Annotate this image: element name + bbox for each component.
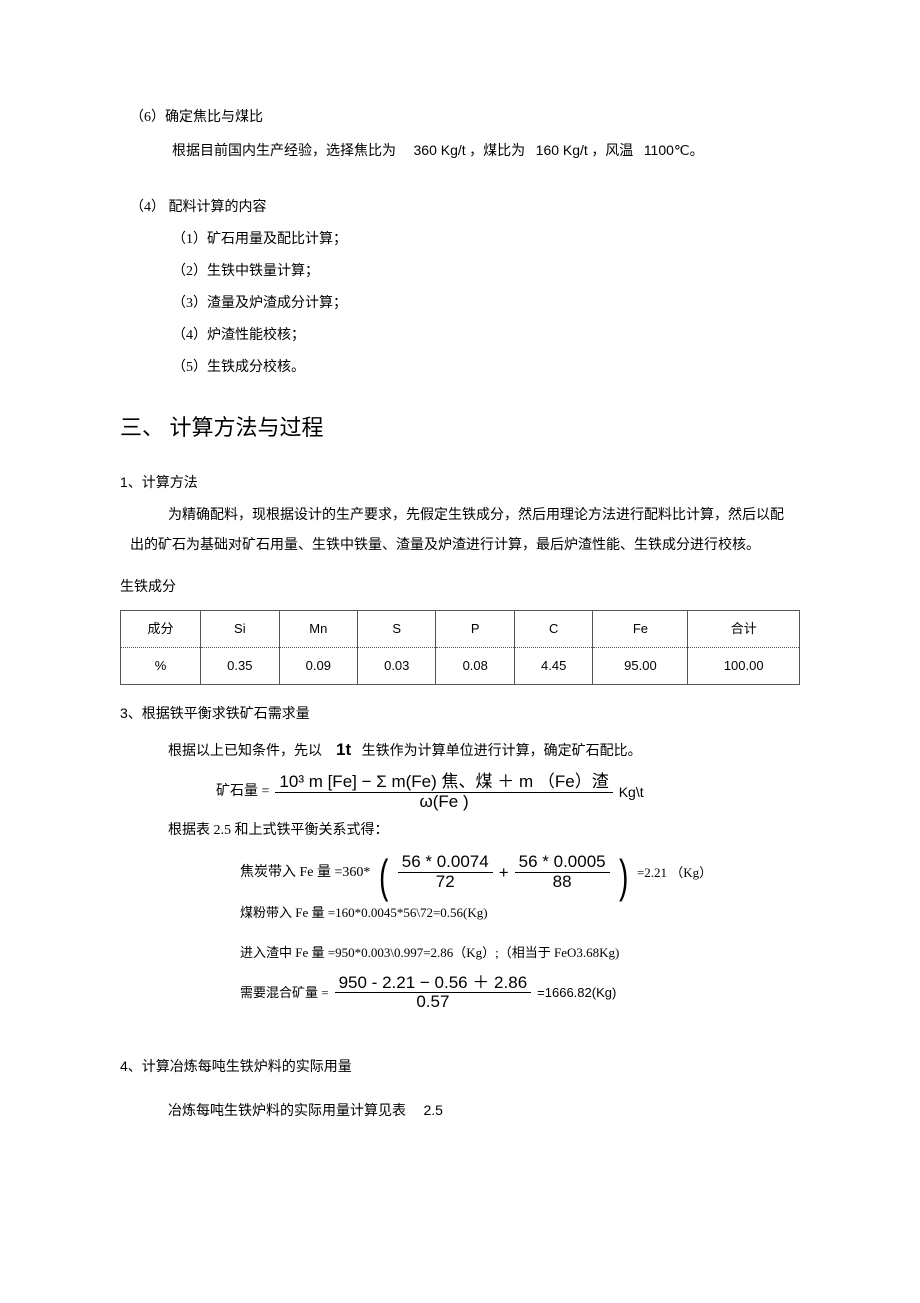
wind-temp-value: 1100℃。 [644,142,704,158]
mix-result: =1666.82(Kg) [537,980,616,1006]
td-pct: % [121,648,201,685]
m1-title-text: 1、计算方法 [120,474,198,490]
sec4-title: （4） 配料计算的内容 [120,194,800,222]
mix-den: 0.57 [412,993,453,1012]
ore-formula-den: ω(Fe ) [415,793,472,812]
sec4-item-2: （2）生铁中铁量计算； [120,258,800,286]
m1-p1: 为精确配料，现根据设计的生产要求，先假定生铁成分，然后用理论方法进行配料比计算，… [120,502,800,530]
m3-intro-pre: 根据以上已知条件，先以 [168,744,322,759]
m3-unit: 1t [336,740,351,759]
th-total: 合计 [688,611,800,648]
mix-frac: 950 - 2.21 − 0.56 ＋ 2.86 0.57 [335,974,532,1012]
m3-title: 3、根据铁平衡求铁矿石需求量 [120,699,800,729]
td-fe: 95.00 [593,648,688,685]
sec6-mid1: ，煤比为 [469,144,525,159]
td-s: 0.03 [358,648,436,685]
coke-fe-label: 焦炭带入 Fe 量 =360* [240,859,370,887]
pig-iron-composition-table: 成分 Si Mn S P C Fe 合计 % 0.35 0.09 0.03 0.… [120,610,800,685]
m4-body-pre: 冶炼每吨生铁炉料的实际用量计算见表 [168,1104,406,1119]
coal-fe-line: 煤粉带入 Fe 量 =160*0.0045*56\72=0.56(Kg) [120,900,800,926]
rparen-icon: ) [619,863,628,891]
coal-ratio-value: 160 Kg/t [536,142,588,158]
td-mn: 0.09 [279,648,357,685]
table-data-row: % 0.35 0.09 0.03 0.08 4.45 95.00 100.00 [121,648,800,685]
th-p: P [436,611,514,648]
td-c: 4.45 [514,648,592,685]
ore-formula-unit: Kg\t [619,778,644,806]
mix-num: 950 - 2.21 − 0.56 ＋ 2.86 [335,974,532,994]
ore-formula-label: 矿石量 = [216,778,269,806]
sec6-title: （6）确定焦比与煤比 [120,104,800,132]
m3-line2: 根据表 2.5 和上式铁平衡关系式得： [120,817,800,845]
slag-fe-line: 进入渣中 Fe 量 =950*0.003\0.997=2.86（Kg）;（相当于… [120,940,800,966]
td-total: 100.00 [688,648,800,685]
sec4-item-1: （1）矿石用量及配比计算； [120,226,800,254]
m4-body: 冶炼每吨生铁炉料的实际用量计算见表 2.5 [120,1096,800,1126]
th-s: S [358,611,436,648]
td-si: 0.35 [201,648,279,685]
coke-fe-formula: 焦炭带入 Fe 量 =360* ( 56 * 0.0074 72 + 56 * … [120,853,800,891]
mix-label: 需要混合矿量 = [240,980,329,1006]
mixed-ore-formula: 需要混合矿量 = 950 - 2.21 − 0.56 ＋ 2.86 0.57 =… [120,974,800,1012]
m3-intro: 根据以上已知条件，先以 1t 生铁作为计算单位进行计算，确定矿石配比。 [120,733,800,767]
coke-frac1-den: 72 [432,873,459,892]
m1-title: 1、计算方法 [120,468,800,498]
m4-title: 4、计算冶炼每吨生铁炉料的实际用量 [120,1052,800,1082]
lparen-icon: ( [379,863,388,891]
slag-fe-text: 进入渣中 Fe 量 =950*0.003\0.997=2.86（Kg）;（相当于… [240,945,619,960]
m4-table-ref: 2.5 [424,1102,443,1118]
m3-intro-post: 生铁作为计算单位进行计算，确定矿石配比。 [362,744,642,759]
ore-formula: 矿石量 = 10³ m [Fe] − Σ m(Fe) 焦、煤 ＋ m （Fe）渣… [168,773,800,811]
th-mn: Mn [279,611,357,648]
m3-title-text: 3、根据铁平衡求铁矿石需求量 [120,705,310,721]
sec6-body-pre: 根据目前国内生产经验，选择焦比为 [172,144,396,159]
m1-p2: 出的矿石为基础对矿石用量、生铁中铁量、渣量及炉渣进行计算，最后炉渣性能、生铁成分… [120,532,800,560]
sec4-item-4: （4）炉渣性能校核； [120,322,800,350]
m4-title-text: 4、计算冶炼每吨生铁炉料的实际用量 [120,1058,352,1074]
coke-frac2-num: 56 * 0.0005 [515,853,610,873]
sec4-item-3: （3）渣量及炉渣成分计算； [120,290,800,318]
sec4-item-5: （5）生铁成分校核。 [120,354,800,382]
th-component: 成分 [121,611,201,648]
td-p: 0.08 [436,648,514,685]
th-si: Si [201,611,279,648]
coke-frac1: 56 * 0.0074 72 [398,853,493,891]
ore-formula-num: 10³ m [Fe] − Σ m(Fe) 焦、煤 ＋ m （Fe）渣 [275,773,612,793]
coke-frac2: 56 * 0.0005 88 [515,853,610,891]
table-header-row: 成分 Si Mn S P C Fe 合计 [121,611,800,648]
coke-result: =2.21 （Kg） [637,860,712,886]
sec6-body: 根据目前国内生产经验，选择焦比为 360 Kg/t ，煤比为 160 Kg/t … [120,136,800,166]
th-c: C [514,611,592,648]
ore-formula-fraction: 10³ m [Fe] − Σ m(Fe) 焦、煤 ＋ m （Fe）渣 ω(Fe … [275,773,612,811]
coke-frac2-den: 88 [549,873,576,892]
section-heading-3: 三、 计算方法与过程 [120,406,800,450]
table-caption: 生铁成分 [120,574,800,602]
coke-ratio-value: 360 Kg/t [414,142,466,158]
sec6-mid2: ，风温 [591,144,633,159]
th-fe: Fe [593,611,688,648]
coke-frac1-num: 56 * 0.0074 [398,853,493,873]
plus-sign: + [499,856,509,890]
coal-fe-text: 煤粉带入 Fe 量 =160*0.0045*56\72=0.56(Kg) [240,905,488,920]
